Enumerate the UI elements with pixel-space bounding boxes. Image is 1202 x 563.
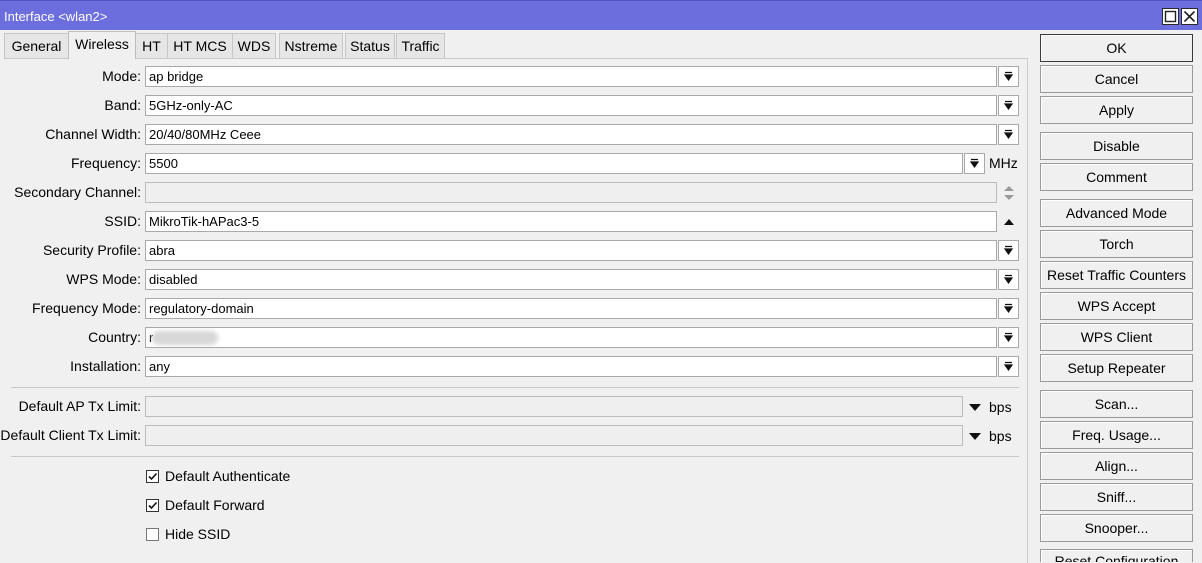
scan-button[interactable]: Scan... [1040, 390, 1193, 418]
torch-button[interactable]: Torch [1040, 230, 1193, 258]
wps-accept-button[interactable]: WPS Accept [1040, 292, 1193, 320]
wps-mode-dropdown-icon[interactable] [998, 269, 1019, 290]
channel-width-select[interactable]: 20/40/80MHz Ceee [145, 124, 997, 145]
reset-traffic-counters-button[interactable]: Reset Traffic Counters [1040, 261, 1193, 289]
installation-select[interactable]: any [145, 356, 997, 377]
cancel-button[interactable]: Cancel [1040, 65, 1193, 93]
security-profile-dropdown-icon[interactable] [998, 240, 1019, 261]
default-forward-label: Default Forward [165, 497, 265, 513]
tab-ht[interactable]: HT [135, 33, 168, 58]
frequency-select[interactable]: 5500 [145, 153, 963, 174]
band-select[interactable]: 5GHz-only-AC [145, 95, 997, 116]
frequency-mode-label: Frequency Mode: [32, 300, 141, 316]
frequency-unit: MHz [989, 155, 1018, 171]
freq-usage-button[interactable]: Freq. Usage... [1040, 421, 1193, 449]
ssid-input[interactable]: MikroTik-hAPac3-5 [145, 211, 997, 232]
maximize-icon[interactable] [1162, 8, 1179, 25]
security-profile-label: Security Profile: [42, 242, 141, 258]
redacted-country-blur [152, 331, 218, 345]
down-arrow-icon[interactable] [967, 428, 983, 444]
tab-traffic[interactable]: Traffic [396, 33, 445, 58]
country-select[interactable]: r [145, 327, 997, 348]
default-ap-tx-limit-field [145, 396, 963, 417]
window-titlebar: Interface <wlan2> [0, 0, 1202, 30]
default-authenticate-label: Default Authenticate [165, 468, 291, 484]
default-ap-tx-limit-label: Default AP Tx Limit: [18, 398, 141, 414]
frequency-mode-select[interactable]: regulatory-domain [145, 298, 997, 319]
tab-wireless[interactable]: Wireless [68, 31, 136, 59]
apply-button[interactable]: Apply [1040, 96, 1193, 124]
default-client-tx-limit-unit: bps [989, 428, 1012, 444]
secondary-channel-label: Secondary Channel: [14, 184, 141, 200]
sniff-button[interactable]: Sniff... [1040, 483, 1193, 511]
country-dropdown-icon[interactable] [998, 327, 1019, 348]
frequency-label: Frequency: [70, 155, 141, 171]
window-title: Interface <wlan2> [4, 9, 108, 24]
wps-mode-select[interactable]: disabled [145, 269, 997, 290]
channel-width-label: Channel Width: [45, 126, 141, 142]
separator [11, 387, 1019, 388]
tab-wds[interactable]: WDS [232, 33, 276, 58]
up-arrow-icon[interactable] [1001, 214, 1017, 230]
ssid-label: SSID: [104, 213, 141, 229]
default-client-tx-limit-field [145, 425, 963, 446]
ok-button[interactable]: OK [1040, 34, 1193, 62]
tab-general[interactable]: General [4, 33, 69, 58]
comment-button[interactable]: Comment [1040, 163, 1193, 191]
tab-nstreme[interactable]: Nstreme [279, 33, 343, 58]
channel-width-dropdown-icon[interactable] [998, 124, 1019, 145]
hide-ssid-checkbox[interactable] [146, 528, 159, 541]
installation-label: Installation: [70, 358, 141, 374]
mode-select[interactable]: ap bridge [145, 66, 997, 87]
mode-label: Mode: [102, 68, 141, 84]
down-arrow-icon[interactable] [967, 399, 983, 415]
default-authenticate-checkbox[interactable] [146, 470, 159, 483]
default-forward-checkbox[interactable] [146, 499, 159, 512]
tab-ht-mcs[interactable]: HT MCS [167, 33, 233, 58]
disable-button[interactable]: Disable [1040, 132, 1193, 160]
installation-dropdown-icon[interactable] [998, 356, 1019, 377]
country-label: Country: [88, 329, 141, 345]
band-label: Band: [104, 97, 141, 113]
mode-dropdown-icon[interactable] [998, 66, 1019, 87]
setup-repeater-button[interactable]: Setup Repeater [1040, 354, 1193, 382]
separator [11, 456, 1019, 457]
frequency-mode-dropdown-icon[interactable] [998, 298, 1019, 319]
reset-configuration-label: Reset Configuration [1054, 553, 1179, 562]
wps-client-button[interactable]: WPS Client [1040, 323, 1193, 351]
band-dropdown-icon[interactable] [998, 95, 1019, 116]
default-ap-tx-limit-unit: bps [989, 399, 1012, 415]
up-down-arrow-icon[interactable] [1001, 183, 1017, 203]
wps-mode-label: WPS Mode: [66, 271, 141, 287]
close-icon[interactable] [1181, 8, 1198, 25]
snooper-button[interactable]: Snooper... [1040, 514, 1193, 542]
advanced-mode-button[interactable]: Advanced Mode [1040, 199, 1193, 227]
security-profile-select[interactable]: abra [145, 240, 997, 261]
tab-status[interactable]: Status [345, 33, 395, 58]
align-button[interactable]: Align... [1040, 452, 1193, 480]
hide-ssid-label: Hide SSID [165, 526, 231, 542]
frequency-dropdown-icon[interactable] [964, 153, 985, 174]
default-client-tx-limit-label: Default Client Tx Limit: [0, 427, 141, 443]
secondary-channel-field [145, 182, 997, 203]
reset-configuration-button[interactable]: Reset Configuration [1040, 549, 1193, 562]
